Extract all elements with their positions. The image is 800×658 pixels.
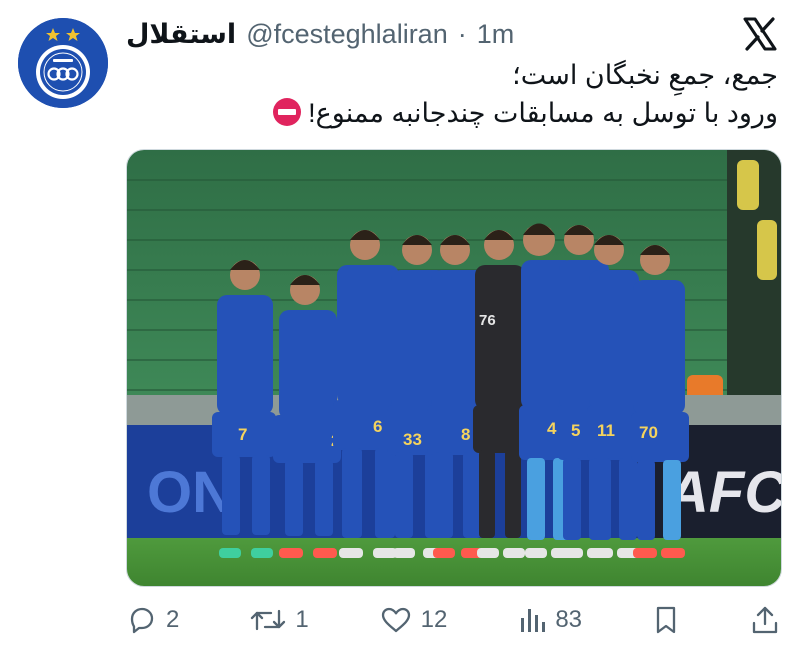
tweet-actions: 2 1 12 83 [126,600,780,640]
jersey-number: 8 [461,425,470,444]
bookmark-icon [656,606,676,634]
x-logo-icon[interactable] [740,14,780,54]
repost-button[interactable]: 1 [249,604,309,636]
like-count: 12 [420,606,448,633]
share-button[interactable] [750,604,780,636]
jersey-number: 6 [373,417,382,436]
avatar[interactable] [18,18,108,108]
timestamp[interactable]: 1m [477,19,515,50]
repost-count: 1 [295,606,309,633]
esteghlal-logo [18,18,108,108]
heart-icon [381,607,410,633]
tweet-text-line-2-content: ورود با توسل به مسابقات چندجانبه ممنوع! [308,98,778,128]
repost-icon [251,609,286,631]
display-name[interactable]: استقلال [126,19,236,50]
jersey-number: 11 [597,421,615,440]
tweet-media-photo[interactable]: ON AFC 7 2 6 [126,149,782,587]
jersey-number: 7 [238,425,247,444]
tweet-text-line-2: ورود با توسل به مسابقات چندجانبه ممنوع! [138,94,778,137]
views-button[interactable]: 83 [517,604,582,636]
no-entry-icon [272,97,302,137]
bookmark-button[interactable] [652,604,680,636]
team-photo: ON AFC 7 2 6 [127,150,781,586]
jersey-number: 76 [479,312,496,329]
handle[interactable]: @fcesteghlaliran [246,19,448,50]
like-button[interactable]: 12 [379,604,448,636]
tweet-header: استقلال @fcesteghlaliran · 1m [126,14,514,54]
ad-board-text-left: ON [147,460,234,525]
ad-board-text-right: AFC [665,460,781,525]
views-icon [521,609,546,632]
views-count: 83 [555,606,583,633]
jersey-number: 5 [571,421,580,440]
share-icon [752,606,778,634]
reply-button[interactable]: 2 [126,604,179,636]
jersey-number: 4 [547,419,557,438]
reply-icon [130,607,154,634]
tweet-text-line-1: جمع، جمعِ نخبگان است؛ [512,60,778,90]
tweet-text: جمع، جمعِ نخبگان است؛ ورود با توسل به مس… [138,56,778,137]
jersey-number: 70 [639,423,658,442]
reply-count: 2 [166,606,180,633]
jersey-number: 33 [403,430,422,449]
separator: · [457,18,467,49]
